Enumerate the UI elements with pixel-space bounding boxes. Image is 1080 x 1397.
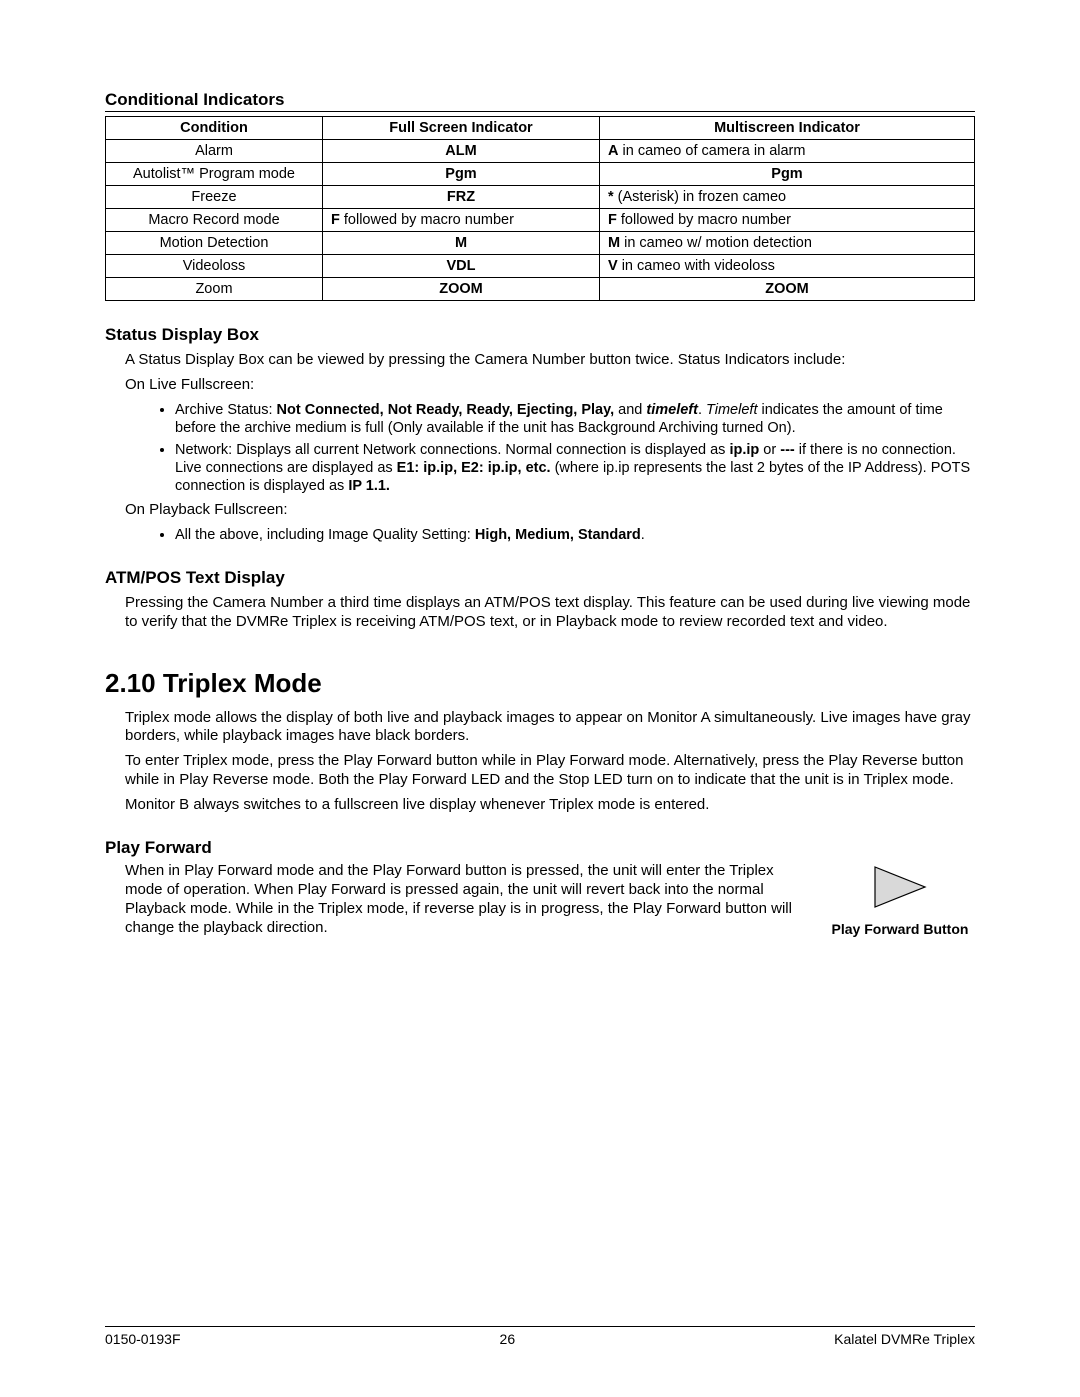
conditional-indicators-table: Condition Full Screen Indicator Multiscr… <box>105 116 975 301</box>
live-bullets: Archive Status: Not Connected, Not Ready… <box>175 401 975 496</box>
list-item: All the above, including Image Quality S… <box>175 526 975 544</box>
page: Conditional Indicators Condition Full Sc… <box>0 0 1080 1397</box>
playback-bullets: All the above, including Image Quality S… <box>175 526 975 544</box>
col-multiscreen: Multiscreen Indicator <box>600 117 975 140</box>
footer-page-number: 26 <box>500 1331 516 1347</box>
heading-status-display-box: Status Display Box <box>105 325 975 345</box>
table-row: Alarm ALM A in cameo of camera in alarm <box>106 140 975 163</box>
status-intro: A Status Display Box can be viewed by pr… <box>125 351 975 370</box>
col-condition: Condition <box>106 117 323 140</box>
play-forward-icon <box>870 862 930 912</box>
heading-atm-pos: ATM/POS Text Display <box>105 568 975 588</box>
playback-fullscreen-label: On Playback Fullscreen: <box>125 501 975 520</box>
table-row: Macro Record mode F followed by macro nu… <box>106 209 975 232</box>
heading-triplex-mode: 2.10 Triplex Mode <box>105 668 975 699</box>
list-item: Archive Status: Not Connected, Not Ready… <box>175 401 975 437</box>
list-item: Network: Displays all current Network co… <box>175 441 975 495</box>
table-row: Videoloss VDL V in cameo with videoloss <box>106 255 975 278</box>
heading-play-forward: Play Forward <box>105 838 975 858</box>
table-header-row: Condition Full Screen Indicator Multiscr… <box>106 117 975 140</box>
heading-conditional-indicators: Conditional Indicators <box>105 90 975 112</box>
page-footer: 0150-0193F 26 Kalatel DVMRe Triplex <box>105 1326 975 1347</box>
play-forward-text: When in Play Forward mode and the Play F… <box>125 862 807 937</box>
play-forward-figure: Play Forward Button <box>825 862 975 943</box>
atm-text: Pressing the Camera Number a third time … <box>125 594 975 632</box>
table-row: Freeze FRZ * (Asterisk) in frozen cameo <box>106 186 975 209</box>
footer-left: 0150-0193F <box>105 1331 181 1347</box>
table-row: Zoom ZOOM ZOOM <box>106 278 975 301</box>
live-fullscreen-label: On Live Fullscreen: <box>125 376 975 395</box>
triplex-p2: To enter Triplex mode, press the Play Fo… <box>125 752 975 790</box>
col-fullscreen: Full Screen Indicator <box>323 117 600 140</box>
table-row: Motion Detection M M in cameo w/ motion … <box>106 232 975 255</box>
play-forward-caption: Play Forward Button <box>825 921 975 937</box>
footer-right: Kalatel DVMRe Triplex <box>834 1331 975 1347</box>
table-row: Autolist™ Program mode Pgm Pgm <box>106 163 975 186</box>
triplex-p3: Monitor B always switches to a fullscree… <box>125 796 975 815</box>
triplex-p1: Triplex mode allows the display of both … <box>125 709 975 747</box>
